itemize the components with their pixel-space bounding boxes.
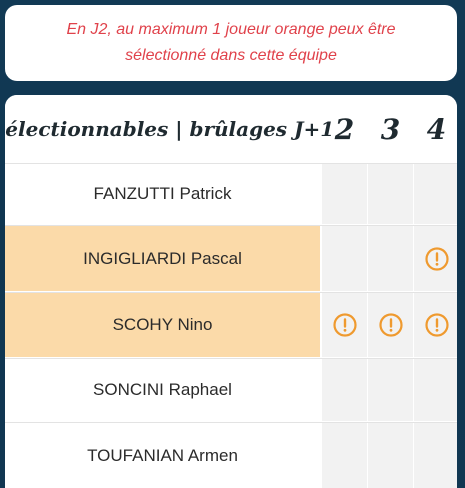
table-row[interactable]: INGIGLIARDI Pascal xyxy=(5,226,457,291)
table-row[interactable]: SONCINI Raphael xyxy=(5,359,457,421)
player-name: FANZUTTI Patrick xyxy=(5,164,320,224)
table-row[interactable]: FANZUTTI Patrick xyxy=(5,164,457,224)
round-cell-4 xyxy=(414,359,457,421)
player-name: SCOHY Nino xyxy=(5,293,320,357)
player-name: INGIGLIARDI Pascal xyxy=(5,226,320,291)
column-header-2: 2 xyxy=(334,112,355,146)
round-cell-3 xyxy=(368,359,413,421)
round-cell-4 xyxy=(414,423,457,488)
table-header: Sélectionnables | brûlages J+1 2 3 4 xyxy=(5,95,457,163)
round-cell-4 xyxy=(414,164,457,224)
warning-circle-icon xyxy=(378,313,403,337)
notice-text: En J2, au maximum 1 joueur orange peux ê… xyxy=(66,21,396,64)
warning-circle-icon xyxy=(332,313,357,337)
round-cell-4 xyxy=(414,226,457,291)
round-cell-2 xyxy=(322,164,367,224)
selection-table: Sélectionnables | brûlages J+1 2 3 4 FAN… xyxy=(5,95,457,488)
round-cell-3 xyxy=(368,423,413,488)
round-cell-2 xyxy=(322,293,367,357)
player-name: TOUFANIAN Armen xyxy=(5,423,320,488)
column-header-4: 4 xyxy=(426,112,447,146)
round-cell-3 xyxy=(368,293,413,357)
round-cell-2 xyxy=(322,359,367,421)
warning-circle-icon xyxy=(424,246,449,271)
round-cell-2 xyxy=(322,226,367,291)
table-row[interactable]: SCOHY Nino xyxy=(5,293,457,357)
round-cell-4 xyxy=(414,293,457,357)
table-title: Sélectionnables | brûlages J+1 xyxy=(5,117,335,141)
round-cell-2 xyxy=(322,423,367,488)
warning-circle-icon xyxy=(424,313,449,337)
column-header-3: 3 xyxy=(380,112,401,146)
table-row[interactable]: TOUFANIAN Armen xyxy=(5,423,457,488)
round-cell-3 xyxy=(368,226,413,291)
round-cell-3 xyxy=(368,164,413,224)
player-name: SONCINI Raphael xyxy=(5,359,320,421)
notice-box: En J2, au maximum 1 joueur orange peux ê… xyxy=(5,5,457,81)
